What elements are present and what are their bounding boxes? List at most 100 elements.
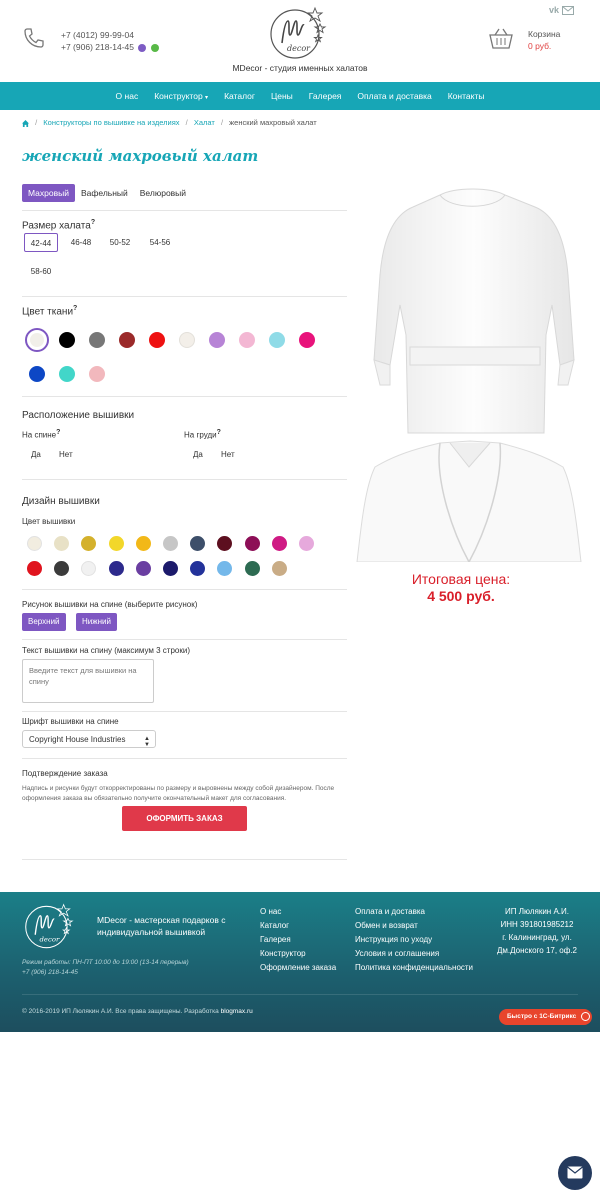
size-option[interactable]: 50-52 <box>103 233 137 252</box>
fabric-color-swatch[interactable] <box>239 332 255 348</box>
breadcrumb-robe[interactable]: Халат <box>194 118 215 127</box>
nav-catalog[interactable]: Каталог <box>224 91 255 101</box>
footer-link[interactable]: Условия и соглашения <box>355 947 473 961</box>
footer-link[interactable]: Каталог <box>260 919 336 933</box>
size-option[interactable]: 46-48 <box>64 233 98 252</box>
breadcrumb-constructors[interactable]: Конструкторы по вышивке на изделиях <box>43 118 179 127</box>
thread-color-swatch[interactable] <box>190 536 206 551</box>
thread-color-swatch[interactable] <box>244 536 260 551</box>
fabric-color-swatch[interactable] <box>119 332 135 348</box>
thread-color-swatch[interactable] <box>81 536 97 551</box>
divider <box>22 639 347 640</box>
size-title: Размер халата? <box>22 219 96 232</box>
size-option[interactable]: 42-44 <box>24 233 58 252</box>
place-order-button[interactable]: ОФОРМИТЬ ЗАКАЗ <box>122 806 247 831</box>
footer-link[interactable]: О нас <box>260 905 336 919</box>
help-icon[interactable]: ? <box>91 219 95 226</box>
footer-link[interactable]: Оформление заказа <box>260 961 336 975</box>
font-select[interactable]: Copyright House Industries ▲ ▼ <box>22 730 156 748</box>
size-option[interactable]: 54-56 <box>143 233 177 252</box>
divider <box>22 589 347 590</box>
thread-color-swatch[interactable] <box>271 536 287 551</box>
thread-color-swatch[interactable] <box>27 536 42 551</box>
back-no-option[interactable]: Нет <box>59 450 73 459</box>
thread-color-swatch[interactable] <box>217 561 233 576</box>
home-icon[interactable] <box>22 119 29 127</box>
fabric-color-swatch[interactable] <box>29 366 45 382</box>
tab-waffle[interactable]: Вафельный <box>75 184 134 202</box>
nav-payment-delivery[interactable]: Оплата и доставка <box>357 91 431 101</box>
basket-icon[interactable] <box>488 28 514 50</box>
thread-color-swatch[interactable] <box>190 561 206 576</box>
fabric-color-swatch[interactable] <box>25 328 49 352</box>
thread-color-swatch[interactable] <box>135 536 151 551</box>
thread-color-swatch[interactable] <box>27 561 42 576</box>
font-label: Шрифт вышивки на спине <box>22 717 119 726</box>
placement-chest-label: На груди? <box>184 429 221 440</box>
whatsapp-icon[interactable] <box>150 43 159 52</box>
nav-prices[interactable]: Цены <box>271 91 293 101</box>
fabric-color-swatch[interactable] <box>89 332 105 348</box>
nav-about[interactable]: О нас <box>116 91 139 101</box>
vk-icon[interactable]: vk <box>549 5 559 15</box>
picture-top-button[interactable]: Верхний <box>22 613 66 631</box>
fabric-color-swatch[interactable] <box>149 332 165 348</box>
nav-constructor[interactable]: Конструктор ▾ <box>154 91 208 101</box>
thread-color-swatch[interactable] <box>271 561 287 576</box>
footer-link[interactable]: Конструктор <box>260 947 336 961</box>
footer-link[interactable]: Оплата и доставка <box>355 905 473 919</box>
viber-icon[interactable] <box>138 43 147 52</box>
placement-back-label: На спине? <box>22 429 61 440</box>
phone-2[interactable]: +7 (906) 218-14-45 <box>61 42 134 52</box>
chest-no-option[interactable]: Нет <box>221 450 235 459</box>
picture-bottom-button[interactable]: Нижний <box>76 613 117 631</box>
footer-link[interactable]: Политика конфиденциальности <box>355 961 473 975</box>
nav-contacts[interactable]: Контакты <box>448 91 485 101</box>
svg-text:decor: decor <box>40 936 60 944</box>
footer-link[interactable]: Обмен и возврат <box>355 919 473 933</box>
help-icon[interactable]: ? <box>73 305 77 312</box>
thread-color-swatch[interactable] <box>163 536 178 551</box>
fabric-color-swatch[interactable] <box>299 332 315 348</box>
fabric-color-swatch[interactable] <box>209 332 225 348</box>
fabric-color-swatch[interactable] <box>59 332 75 348</box>
fabric-color-swatch[interactable] <box>179 332 195 348</box>
footer-links-1: О нас Каталог Галерея Конструктор Оформл… <box>260 905 336 975</box>
nav-gallery[interactable]: Галерея <box>309 91 342 101</box>
footer-hours: Режим работы: ПН-ПТ 10:00 до 19:00 (13-1… <box>22 959 189 978</box>
cart-label[interactable]: Корзина <box>528 29 560 39</box>
mdecor-footer-logo[interactable]: decor <box>22 902 76 952</box>
mail-icon[interactable] <box>561 5 574 15</box>
chat-widget-button[interactable] <box>558 1156 592 1190</box>
size-option[interactable]: 58-60 <box>24 262 58 281</box>
help-icon[interactable]: ? <box>56 429 60 436</box>
embroidery-text-input[interactable]: Введите текст для вышивки на спину <box>22 659 154 703</box>
thread-color-swatch[interactable] <box>299 536 314 551</box>
thread-color-swatch[interactable] <box>108 561 124 576</box>
mdecor-logo[interactable]: decor <box>268 5 328 63</box>
back-yes-option[interactable]: Да <box>31 450 41 459</box>
bitrix-badge[interactable]: Быстро с 1С-Битрикс <box>499 1009 592 1025</box>
tab-velour[interactable]: Велюровый <box>134 184 192 202</box>
tab-terry[interactable]: Махровый <box>22 184 75 202</box>
fabric-color-swatch[interactable] <box>269 332 285 348</box>
thread-color-swatch[interactable] <box>54 561 70 576</box>
footer-link[interactable]: Инструкция по уходу <box>355 933 473 947</box>
thread-color-swatch[interactable] <box>54 536 70 551</box>
chest-yes-option[interactable]: Да <box>193 450 203 459</box>
developer-link[interactable]: blogmax.ru <box>221 1008 253 1015</box>
footer-phone[interactable]: +7 (906) 218-14-45 <box>22 968 189 978</box>
thread-color-swatch[interactable] <box>217 536 233 551</box>
phone-1[interactable]: +7 (4012) 99-99-04 <box>61 29 159 41</box>
thread-color-swatch[interactable] <box>163 561 178 576</box>
back-picture-label: Рисунок вышивки на спине (выберите рисун… <box>22 600 198 609</box>
fabric-color-swatch[interactable] <box>59 366 75 382</box>
bitrix-icon <box>581 1011 591 1021</box>
thread-color-swatch[interactable] <box>108 536 124 551</box>
footer-link[interactable]: Галерея <box>260 933 336 947</box>
help-icon[interactable]: ? <box>217 429 221 436</box>
fabric-color-swatch[interactable] <box>89 366 105 382</box>
thread-color-swatch[interactable] <box>81 561 97 576</box>
thread-color-swatch[interactable] <box>135 561 151 576</box>
thread-color-swatch[interactable] <box>244 561 260 576</box>
